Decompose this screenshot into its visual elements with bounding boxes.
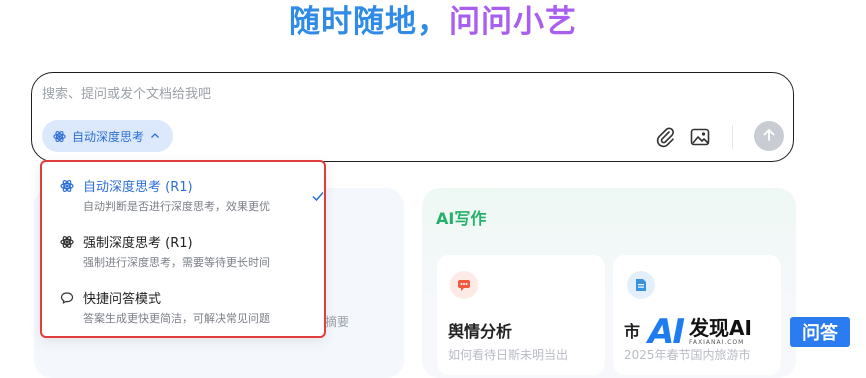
mode-option-quick-answer[interactable]: 快捷问答模式 答案生成更快更简洁，可解决常见问题: [58, 288, 320, 328]
mode-option-forced-deep[interactable]: 强制深度思考 (R1) 强制进行深度思考，需要等待更长时间: [58, 232, 320, 272]
deep-think-icon: [53, 130, 66, 143]
watermark-domain: FAXIANAI.COM: [688, 339, 745, 346]
writing-item-title: 市: [624, 322, 641, 341]
mode-option-auto-deep[interactable]: 自动深度思考 (R1) 自动判断是否进行深度思考，效果更优: [58, 176, 324, 216]
chevron-up-icon: [150, 131, 160, 141]
paperclip-icon[interactable]: [654, 126, 676, 148]
search-box: 自动深度思考: [31, 72, 794, 162]
mode-option-desc: 自动判断是否进行深度思考，效果更优: [83, 200, 270, 213]
watermark-name: 发现AI: [688, 316, 752, 340]
mode-option-desc: 答案生成更快更简洁，可解决常见问题: [83, 312, 270, 325]
hero-slogan-part1: 随时随地，: [289, 4, 449, 40]
mode-option-title: 强制深度思考 (R1): [83, 236, 193, 251]
deep-think-icon: [60, 234, 74, 248]
document-icon: [627, 271, 655, 299]
deep-think-icon: [60, 178, 74, 192]
writing-item-title: 舆情分析: [448, 322, 513, 341]
image-upload-icon[interactable]: [689, 126, 711, 148]
thinking-mode-selector[interactable]: 自动深度思考: [42, 120, 174, 152]
card-fragment-text: 摘要: [325, 315, 350, 329]
mode-option-title: 自动深度思考 (R1): [83, 180, 193, 195]
watermark-ai-mark: AI: [648, 312, 685, 352]
thinking-mode-dropdown: 自动深度思考 (R1) 自动判断是否进行深度思考，效果更优 强制深度思考 (R1…: [40, 160, 326, 338]
hero-slogan: 随时随地，问问小艺: [0, 2, 866, 42]
send-button[interactable]: [754, 121, 784, 151]
thinking-mode-label: 自动深度思考: [72, 129, 145, 144]
arrow-up-icon: [762, 127, 776, 146]
checkmark-icon: [311, 188, 325, 202]
writing-item-desc: 如何看待日斯未明当出: [448, 348, 569, 362]
chat-bubble-icon: [450, 271, 478, 299]
watermark-badge: 问答: [790, 317, 850, 347]
mode-option-desc: 强制进行深度思考，需要等待更长时间: [83, 256, 270, 269]
watermark-logo: AI 发现AI FAXIANAI.COM: [648, 312, 752, 352]
hero-slogan-part2: 问问小艺: [449, 4, 577, 40]
ai-writing-title: AI写作: [436, 209, 487, 228]
mode-option-title: 快捷问答模式: [83, 292, 162, 307]
chat-bubble-icon: [60, 290, 74, 304]
search-input[interactable]: [42, 83, 642, 105]
toolbar-divider: [732, 125, 733, 149]
